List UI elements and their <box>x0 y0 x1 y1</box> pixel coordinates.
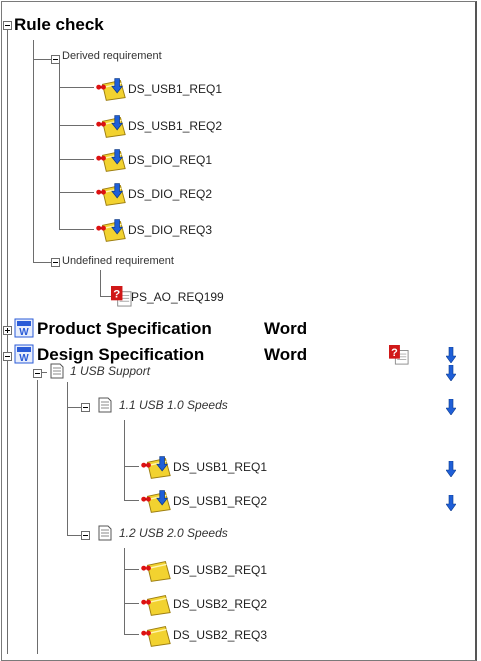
requirement-item[interactable]: DS_USB2_REQ3 <box>173 628 267 642</box>
tree-line <box>67 382 68 535</box>
document-section-icon <box>50 363 64 379</box>
tree-line <box>124 569 139 570</box>
requirement-item[interactable]: DS_DIO_REQ3 <box>128 223 212 237</box>
down-arrow-icon[interactable] <box>446 461 456 477</box>
requirement-item[interactable]: DS_USB1_REQ1 <box>128 82 222 96</box>
requirement-link-icon <box>94 78 128 102</box>
tree-line <box>59 125 94 126</box>
tree-line <box>33 262 51 263</box>
undefined-requirement-icon[interactable] <box>389 345 409 365</box>
tree-line <box>100 270 101 296</box>
tree-line <box>37 380 38 654</box>
requirement-link-icon <box>94 183 128 207</box>
tree-line <box>67 535 81 536</box>
collapse-toggle[interactable] <box>3 352 12 361</box>
tree-line <box>124 634 139 635</box>
tree-line <box>67 407 81 408</box>
document-type-label: Word <box>264 345 308 364</box>
requirement-link-icon <box>139 490 173 514</box>
collapse-toggle[interactable] <box>33 369 42 378</box>
derived-requirement-node[interactable]: Derived requirement <box>62 50 162 62</box>
tree-line <box>33 59 51 60</box>
tree-line <box>59 192 94 193</box>
expand-toggle[interactable] <box>3 326 12 335</box>
requirement-item[interactable]: DS_USB1_REQ1 <box>173 460 267 474</box>
collapse-toggle[interactable] <box>51 258 60 267</box>
down-arrow-icon[interactable] <box>446 399 456 415</box>
section-node[interactable]: 1 USB Support <box>70 364 150 378</box>
undefined-requirement-icon <box>111 286 132 307</box>
requirement-item[interactable]: DS_DIO_REQ2 <box>128 187 212 201</box>
tree-line <box>124 466 139 467</box>
requirement-item[interactable]: DS_USB1_REQ2 <box>128 119 222 133</box>
down-arrow-icon[interactable] <box>446 495 456 511</box>
requirement-item[interactable]: PS_AO_REQ199 <box>131 290 224 304</box>
document-type-label: Word <box>264 319 308 338</box>
tree-line <box>124 548 125 634</box>
collapse-toggle[interactable] <box>81 403 90 412</box>
requirement-item[interactable]: DS_USB2_REQ2 <box>173 597 267 611</box>
requirement-link-icon <box>94 149 128 173</box>
down-arrow-icon[interactable] <box>446 365 456 381</box>
product-specification-node[interactable]: Product Specification <box>37 319 212 339</box>
requirement-item[interactable]: DS_DIO_REQ1 <box>128 153 212 167</box>
section-node[interactable]: 1.2 USB 2.0 Speeds <box>119 526 228 540</box>
collapse-toggle[interactable] <box>3 21 12 30</box>
requirement-link-icon <box>139 624 173 648</box>
collapse-toggle[interactable] <box>51 55 60 64</box>
section-node[interactable]: 1.1 USB 1.0 Speeds <box>119 398 228 412</box>
rule-check-node[interactable]: Rule check <box>14 15 104 35</box>
requirement-item[interactable]: DS_USB1_REQ2 <box>173 494 267 508</box>
tree-line <box>59 159 94 160</box>
requirement-link-icon <box>94 115 128 139</box>
tree-line <box>7 30 8 654</box>
word-document-icon <box>14 318 34 338</box>
requirement-link-icon <box>139 559 173 583</box>
tree-line <box>33 40 34 262</box>
collapse-toggle[interactable] <box>81 531 90 540</box>
document-section-icon <box>98 397 112 413</box>
down-arrow-icon[interactable] <box>446 347 456 363</box>
tree-line <box>124 500 139 501</box>
word-document-icon <box>14 344 34 364</box>
design-specification-node[interactable]: Design Specification <box>37 345 204 365</box>
document-section-icon <box>98 525 112 541</box>
tree-line <box>124 420 125 500</box>
tree-line <box>124 603 139 604</box>
undefined-requirement-node[interactable]: Undefined requirement <box>62 255 174 267</box>
tree-line <box>59 87 94 88</box>
requirement-item[interactable]: DS_USB2_REQ1 <box>173 563 267 577</box>
tree-line <box>59 229 94 230</box>
requirement-link-icon <box>94 219 128 243</box>
requirement-link-icon <box>139 456 173 480</box>
requirement-link-icon <box>139 593 173 617</box>
